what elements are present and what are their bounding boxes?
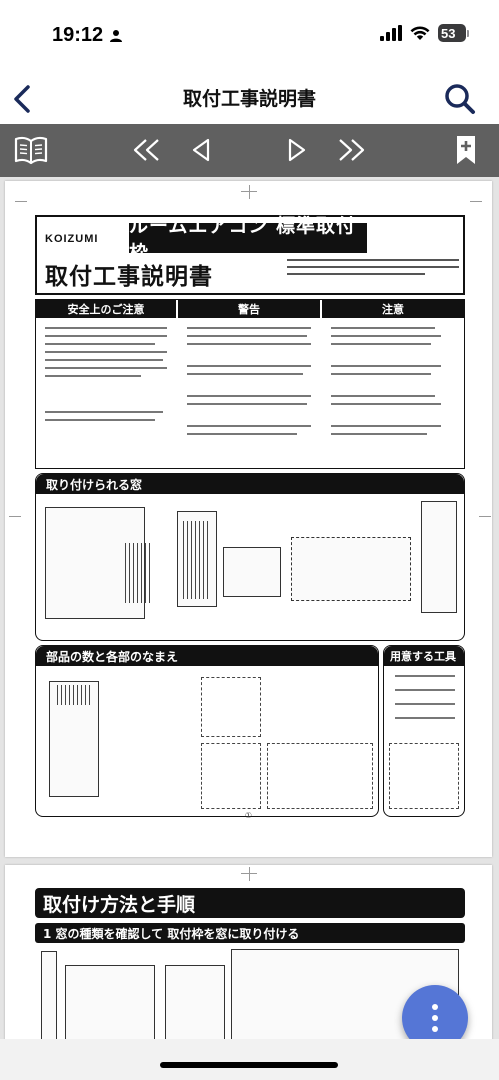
bookmark-add-icon[interactable] [448, 133, 484, 167]
reader-toolbar [0, 124, 499, 177]
status-bar: 19:12 53 [0, 0, 499, 74]
page2-drawing-2 [165, 965, 225, 1039]
status-time-text: 19:12 [52, 24, 104, 46]
battery-icon: 53 [438, 24, 469, 42]
parts-heading: 部品の数と各部のなまえ [36, 646, 378, 666]
brand-logo: KOIZUMI [45, 233, 99, 245]
bottom-bar [0, 1039, 499, 1080]
status-time: 19:12 [52, 24, 123, 47]
parts-box-2 [201, 677, 261, 737]
page2-drawing-1 [65, 965, 155, 1039]
document-title: 取付工事説明書 [45, 264, 213, 290]
document-page-1: KOIZUMI ルームエアコン 標準取付枠 取付工事説明書 安全上のご注意 警告… [5, 181, 492, 857]
parts-box-6 [389, 743, 459, 809]
more-vertical-icon-dot-2 [432, 1015, 438, 1021]
product-name: ルームエアコン 標準取付枠 [129, 215, 367, 264]
nav-bar: 取付工事説明書 [0, 74, 499, 124]
document-viewer[interactable]: KOIZUMI ルームエアコン 標準取付枠 取付工事説明書 安全上のご注意 警告… [0, 177, 499, 1039]
home-indicator[interactable] [160, 1062, 338, 1068]
search-icon[interactable] [443, 82, 477, 116]
page2-step-1: 1 窓の種類を確認して 取付枠を窓に取り付ける [35, 923, 465, 943]
book-icon[interactable] [13, 133, 49, 167]
safety-heading: 安全上のご注意 [36, 300, 176, 318]
window-drawing-3 [223, 547, 281, 597]
caution-heading: 注意 [322, 300, 464, 318]
tools-heading: 用意する工具 [384, 646, 464, 666]
window-dimensions [291, 537, 411, 601]
status-icons: 53 [380, 24, 469, 42]
parts-box-3 [201, 743, 261, 809]
safety-section [35, 299, 465, 469]
signal-icon [380, 25, 402, 41]
person-icon [110, 29, 123, 42]
warning-heading: 警告 [178, 300, 320, 318]
rewind-icon[interactable] [129, 133, 165, 167]
fast-forward-icon[interactable] [333, 133, 369, 167]
parts-box-4 [267, 743, 373, 809]
more-vertical-icon [432, 1004, 438, 1010]
window-drawing-4 [421, 501, 457, 613]
window-heading: 取り付けられる窓 [36, 474, 464, 494]
battery-cap [467, 29, 469, 37]
page-number: ① [244, 811, 253, 820]
page2-title: 取付け方法と手順 [35, 888, 465, 918]
page2-sidebar [41, 951, 57, 1039]
header-note [287, 259, 459, 291]
document-header: KOIZUMI ルームエアコン 標準取付枠 取付工事説明書 [35, 215, 465, 295]
previous-icon[interactable] [183, 133, 219, 167]
app-screen: 19:12 53 取付工事説明書 KOIZUMI ルームエアコン 標準取付枠 取… [0, 0, 499, 1080]
page-title: 取付工事説明書 [182, 88, 316, 110]
battery-level: 53 [438, 24, 466, 42]
wifi-icon [410, 26, 430, 40]
next-icon[interactable] [279, 133, 315, 167]
more-vertical-icon-dot-3 [432, 1026, 438, 1032]
